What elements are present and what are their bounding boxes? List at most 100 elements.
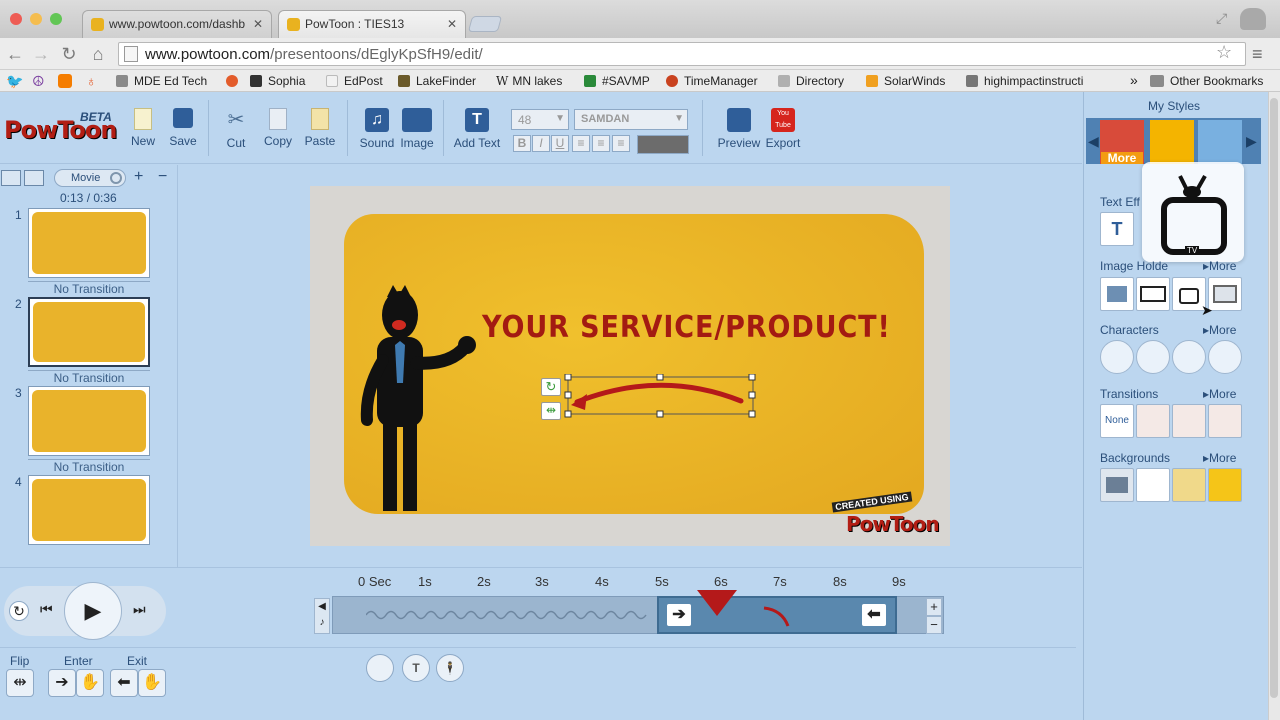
- slide-transition-label[interactable]: No Transition: [28, 281, 150, 296]
- transition-tile-2[interactable]: [1136, 404, 1170, 438]
- bookmark-highimpact[interactable]: highimpactinstructi: [966, 74, 1106, 88]
- preview-button[interactable]: Preview: [715, 108, 763, 150]
- style-thumb-2[interactable]: [1150, 120, 1194, 164]
- chrome-menu-icon[interactable]: ≡: [1252, 44, 1263, 65]
- align-left-icon[interactable]: ≡: [572, 135, 590, 152]
- add-text-button[interactable]: T Add Text: [452, 108, 502, 150]
- bookmark-lakefinder[interactable]: LakeFinder: [398, 74, 476, 88]
- new-button[interactable]: New: [128, 108, 158, 148]
- font-family-select[interactable]: SAMDAN ▼: [574, 109, 688, 130]
- arrow-layer-button[interactable]: [366, 654, 394, 682]
- blogger-icon[interactable]: [58, 74, 72, 88]
- close-window-button[interactable]: [10, 13, 22, 25]
- other-bookmarks-folder[interactable]: Other Bookmarks: [1150, 74, 1263, 88]
- bold-button[interactable]: B: [513, 135, 531, 152]
- flip-button[interactable]: ⇹: [6, 669, 34, 697]
- home-icon[interactable]: ⌂: [88, 44, 108, 64]
- image-holders-more-link[interactable]: ▸More: [1203, 259, 1236, 273]
- align-right-icon[interactable]: ≡: [612, 135, 630, 152]
- style-thumb-3[interactable]: [1198, 120, 1242, 164]
- transitions-more-link[interactable]: ▸More: [1203, 387, 1236, 401]
- image-button[interactable]: Image: [398, 108, 436, 150]
- more-styles-badge[interactable]: More: [1101, 152, 1143, 164]
- transition-tile-4[interactable]: [1208, 404, 1242, 438]
- transition-tile-3[interactable]: [1172, 404, 1206, 438]
- character-tile-2[interactable]: [1136, 340, 1170, 374]
- bookmark-edpost[interactable]: EdPost: [326, 74, 383, 88]
- slide-transition-label[interactable]: No Transition: [28, 459, 150, 474]
- close-tab-icon[interactable]: ✕: [253, 17, 263, 31]
- bookmark-savmp[interactable]: #SAVMP: [584, 74, 650, 88]
- characters-more-link[interactable]: ▸More: [1203, 323, 1236, 337]
- save-button[interactable]: Save: [168, 108, 198, 148]
- bookmark-app-icon[interactable]: ♁: [86, 73, 97, 89]
- address-bar[interactable]: www.powtoon.com/presentoons/dEglyKpSfH9/…: [118, 42, 1246, 66]
- fullscreen-icon[interactable]: ⤢: [1216, 10, 1227, 27]
- italic-button[interactable]: I: [532, 135, 550, 152]
- image-holder-frame-tile[interactable]: [1136, 277, 1170, 311]
- movie-mode-toggle[interactable]: Movie: [54, 169, 126, 187]
- new-tab-button[interactable]: [467, 16, 503, 32]
- background-pale-yellow-tile[interactable]: [1172, 468, 1206, 502]
- step-forward-icon[interactable]: ⏭: [133, 601, 146, 618]
- character-tile-3[interactable]: [1172, 340, 1206, 374]
- bookmark-power-icon-link[interactable]: [226, 74, 244, 88]
- add-slide-button[interactable]: +: [134, 168, 143, 186]
- background-white-tile[interactable]: [1136, 468, 1170, 502]
- bookmark-mn-lakes[interactable]: W MN lakes: [496, 74, 562, 88]
- zoom-in-timeline-button[interactable]: +: [926, 598, 942, 616]
- slide-thumbnail-1[interactable]: [28, 208, 150, 278]
- rotate-handle-icon[interactable]: ↻: [541, 378, 561, 396]
- background-pattern-tile[interactable]: [1100, 468, 1134, 502]
- paste-button[interactable]: Paste: [303, 108, 337, 148]
- enter-marker-icon[interactable]: ➔: [667, 604, 691, 626]
- slide-thumbnail-3[interactable]: [28, 386, 150, 456]
- bookmark-solarwinds[interactable]: SolarWinds: [866, 74, 945, 88]
- grid-view-toggle-icon[interactable]: [24, 170, 44, 186]
- minimize-window-button[interactable]: [30, 13, 42, 25]
- remove-slide-button[interactable]: −: [158, 168, 167, 186]
- reload-icon[interactable]: ↻: [59, 44, 79, 64]
- text-layer-button[interactable]: T: [402, 654, 430, 682]
- character-tile-1[interactable]: [1100, 340, 1134, 374]
- playhead-marker[interactable]: [697, 590, 737, 616]
- business-man-character[interactable]: [355, 285, 480, 515]
- transition-none-tile[interactable]: None: [1100, 404, 1134, 438]
- exit-hand-button[interactable]: ✋: [138, 669, 166, 697]
- bookmark-sophia[interactable]: Sophia: [250, 74, 305, 88]
- cut-button[interactable]: ✂ Cut: [222, 108, 250, 150]
- tab-powtoon-editor[interactable]: PowToon : TIES13 ✕: [278, 10, 466, 38]
- carousel-prev-icon[interactable]: ◀: [1088, 133, 1099, 150]
- close-tab-icon[interactable]: ✕: [447, 17, 457, 31]
- enter-hand-button[interactable]: ✋: [76, 669, 104, 697]
- character-tile-4[interactable]: [1208, 340, 1242, 374]
- text-color-picker[interactable]: [637, 135, 689, 154]
- step-back-icon[interactable]: ⏮: [40, 601, 53, 618]
- bookmarks-overflow-button[interactable]: »: [1130, 72, 1138, 88]
- bookmark-mde-ed-tech[interactable]: MDE Ed Tech: [116, 74, 207, 88]
- character-layer-button[interactable]: 🕴: [436, 654, 464, 682]
- twitter-icon[interactable]: 🐦: [6, 73, 23, 90]
- sound-button[interactable]: ♫ Sound: [358, 108, 396, 150]
- bookmark-timemanager[interactable]: TimeManager: [666, 74, 758, 88]
- align-center-icon[interactable]: ≡: [592, 135, 610, 152]
- slide-view-toggle-icon[interactable]: [1, 170, 21, 186]
- slide-headline-text[interactable]: YOUR SERVICE/PRODUCT!: [482, 310, 891, 345]
- exit-arrow-button[interactable]: ⬅: [110, 669, 138, 697]
- audio-controls[interactable]: ◀ ♪: [314, 598, 330, 634]
- flip-handle-icon[interactable]: ⇹: [541, 402, 561, 420]
- background-yellow-tile[interactable]: [1208, 468, 1242, 502]
- text-effect-tile[interactable]: T: [1100, 212, 1134, 246]
- image-holder-photo-tile[interactable]: [1100, 277, 1134, 311]
- backgrounds-more-link[interactable]: ▸More: [1203, 451, 1236, 465]
- slide-thumbnail-4[interactable]: [28, 475, 150, 545]
- slide-transition-label[interactable]: No Transition: [28, 370, 150, 385]
- play-button[interactable]: ▶: [64, 582, 122, 640]
- slide-thumbnail-2-selected[interactable]: [28, 297, 150, 367]
- underline-button[interactable]: U: [551, 135, 569, 152]
- bookmark-directory[interactable]: Directory: [778, 74, 844, 88]
- export-button[interactable]: You Tube Export: [764, 108, 802, 150]
- exit-marker-icon[interactable]: ⬅: [862, 604, 886, 626]
- copy-button[interactable]: Copy: [262, 108, 294, 148]
- zoom-window-button[interactable]: [50, 13, 62, 25]
